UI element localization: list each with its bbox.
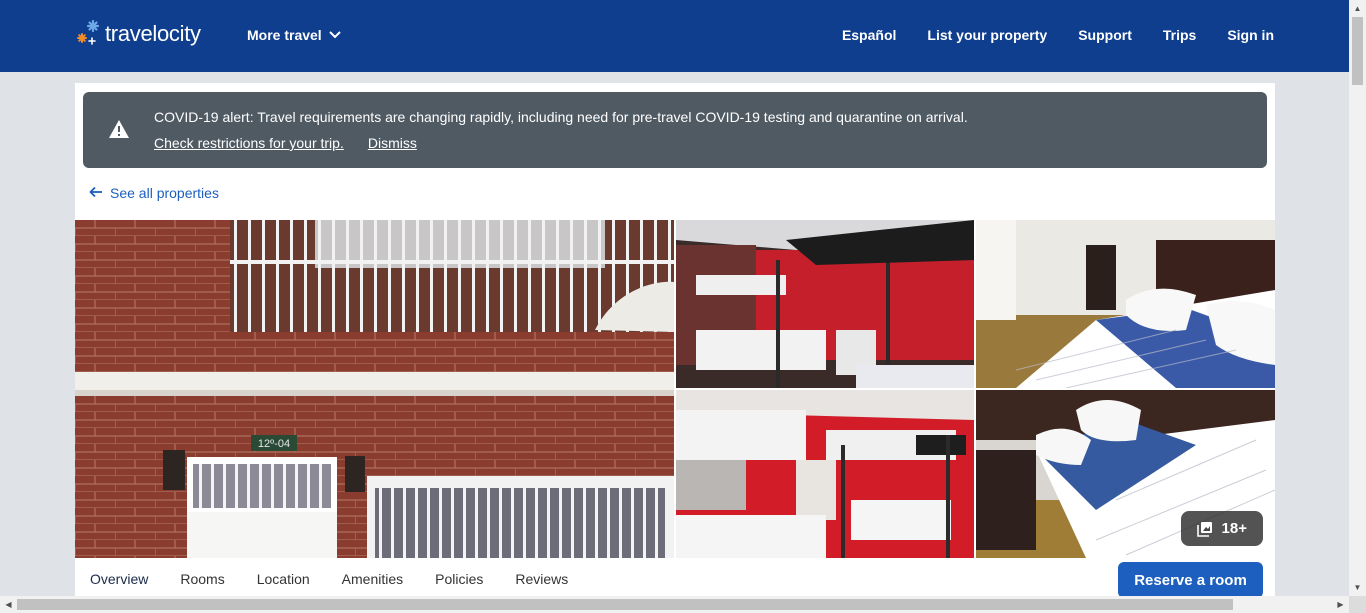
nav-list-property[interactable]: List your property bbox=[927, 27, 1047, 43]
alert-links: Check restrictions for your trip. Dismis… bbox=[154, 135, 417, 151]
tab-reviews[interactable]: Reviews bbox=[515, 571, 568, 587]
svg-text:12º-04: 12º-04 bbox=[258, 438, 290, 450]
property-panel: COVID-19 alert: Travel requirements are … bbox=[75, 83, 1275, 603]
horizontal-scrollbar[interactable]: ◀ ▶ bbox=[0, 596, 1349, 613]
reserve-room-button[interactable]: Reserve a room bbox=[1118, 562, 1263, 598]
photo-building-exterior[interactable]: 12º-04 bbox=[75, 220, 674, 558]
scroll-down-icon[interactable]: ▼ bbox=[1349, 579, 1366, 596]
warning-icon bbox=[108, 119, 130, 144]
alert-message: COVID-19 alert: Travel requirements are … bbox=[154, 109, 968, 125]
photo-bedroom-double-2[interactable]: 18+ bbox=[976, 390, 1275, 558]
more-travel-menu[interactable]: More travel bbox=[247, 27, 342, 43]
photo-count-label: 18+ bbox=[1221, 520, 1247, 537]
scroll-left-icon[interactable]: ◀ bbox=[0, 596, 17, 613]
header-nav: Español List your property Support Trips… bbox=[842, 27, 1274, 43]
tab-location[interactable]: Location bbox=[257, 571, 310, 587]
nav-support[interactable]: Support bbox=[1078, 27, 1132, 43]
site-header: travelocity More travel Español List you… bbox=[0, 0, 1349, 72]
tab-policies[interactable]: Policies bbox=[435, 571, 483, 587]
logo-text: travelocity bbox=[105, 21, 201, 46]
tab-overview[interactable]: Overview bbox=[90, 571, 148, 587]
arrow-left-icon bbox=[89, 185, 103, 201]
more-travel-label: More travel bbox=[247, 27, 322, 43]
scrollbar-corner bbox=[1349, 596, 1366, 613]
vertical-scrollbar[interactable]: ▲ ▼ bbox=[1349, 0, 1366, 596]
photo-gallery: 12º-04 18+ bbox=[75, 220, 1275, 558]
photo-bunk-room[interactable] bbox=[676, 220, 974, 388]
vertical-scroll-thumb[interactable] bbox=[1352, 17, 1363, 85]
photo-bunk-room-2[interactable] bbox=[676, 390, 974, 558]
property-tabs: Overview Rooms Location Amenities Polici… bbox=[90, 571, 600, 587]
gallery-icon bbox=[1196, 521, 1213, 537]
dismiss-link[interactable]: Dismiss bbox=[368, 135, 417, 151]
check-restrictions-link[interactable]: Check restrictions for your trip. bbox=[154, 135, 344, 151]
see-all-properties-label: See all properties bbox=[110, 185, 219, 201]
horizontal-scroll-thumb[interactable] bbox=[17, 599, 1233, 610]
tab-rooms[interactable]: Rooms bbox=[180, 571, 224, 587]
scroll-up-icon[interactable]: ▲ bbox=[1349, 0, 1366, 17]
nav-trips[interactable]: Trips bbox=[1163, 27, 1196, 43]
photo-bedroom-double[interactable] bbox=[976, 220, 1275, 388]
logo-star-icon bbox=[75, 18, 103, 50]
chevron-down-icon bbox=[328, 27, 342, 43]
scroll-right-icon[interactable]: ▶ bbox=[1332, 596, 1349, 613]
travelocity-logo[interactable]: travelocity bbox=[75, 18, 201, 50]
covid-alert: COVID-19 alert: Travel requirements are … bbox=[83, 92, 1267, 168]
nav-espanol[interactable]: Español bbox=[842, 27, 896, 43]
photo-count-button[interactable]: 18+ bbox=[1180, 511, 1263, 546]
see-all-properties-link[interactable]: See all properties bbox=[89, 185, 219, 201]
tab-amenities[interactable]: Amenities bbox=[342, 571, 403, 587]
nav-sign-in[interactable]: Sign in bbox=[1227, 27, 1274, 43]
